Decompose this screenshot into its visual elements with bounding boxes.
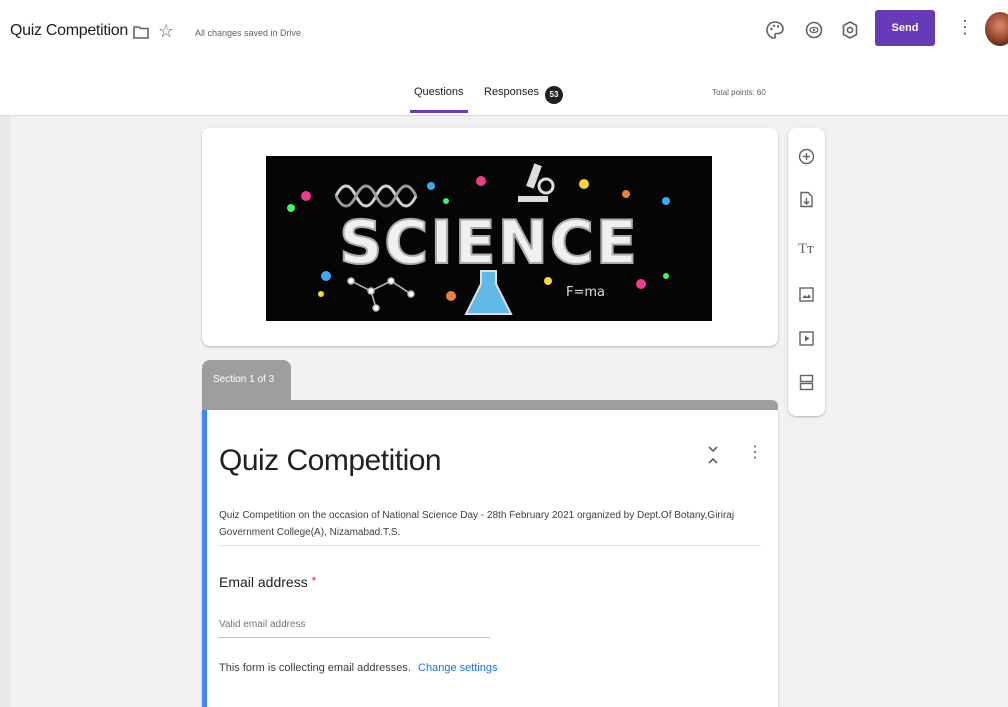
section-more-icon[interactable]: ⋮	[747, 444, 763, 462]
add-section-icon[interactable]	[798, 374, 815, 391]
tab-responses[interactable]: Responses	[484, 86, 539, 98]
form-title[interactable]: Quiz Competition	[219, 444, 442, 478]
science-banner-image[interactable]: F=ma SCIENCE	[266, 156, 712, 321]
required-asterisk: *	[311, 574, 317, 588]
import-questions-icon[interactable]	[798, 191, 815, 208]
top-bar: Quiz Competition ☆ All changes saved in …	[0, 0, 1008, 70]
section-tab: Section 1 of 3	[202, 360, 291, 402]
collect-notice-text: This form is collecting email addresses.	[219, 662, 411, 674]
add-image-icon[interactable]	[798, 286, 815, 303]
total-points: Total points: 60	[712, 88, 766, 97]
svg-text:F=ma: F=ma	[566, 285, 605, 300]
send-button[interactable]: Send	[875, 10, 935, 46]
change-settings-link[interactable]: Change settings	[418, 662, 498, 674]
document-title[interactable]: Quiz Competition	[10, 22, 128, 40]
more-vert-icon[interactable]: ⋮	[956, 18, 974, 36]
email-label: Email address *	[219, 574, 316, 590]
folder-icon[interactable]	[133, 25, 149, 39]
palette-icon[interactable]	[765, 20, 785, 40]
save-status: All changes saved in Drive	[195, 28, 302, 38]
side-toolbar: Tт	[788, 128, 825, 416]
avatar[interactable]	[985, 12, 1008, 46]
email-collection-notice: This form is collecting email addresses.…	[219, 662, 498, 674]
svg-text:Tт: Tт	[798, 241, 814, 256]
collapse-section-icon[interactable]	[706, 444, 720, 466]
responses-count-badge: 53	[545, 86, 563, 104]
add-title-icon[interactable]: Tт	[798, 239, 815, 256]
tab-questions[interactable]: Questions	[410, 86, 468, 113]
description-divider	[219, 545, 761, 546]
add-question-icon[interactable]	[798, 148, 815, 165]
banner-title: SCIENCE	[338, 207, 639, 279]
left-edge	[0, 116, 10, 707]
preview-eye-icon[interactable]	[804, 20, 824, 40]
settings-gear-icon[interactable]	[840, 20, 860, 40]
form-description[interactable]: Quiz Competition on the occasion of Nati…	[219, 507, 739, 541]
tabs-row: Questions Responses	[0, 70, 1008, 116]
star-icon[interactable]: ☆	[158, 22, 174, 40]
add-video-icon[interactable]	[798, 330, 815, 347]
email-field[interactable]	[219, 612, 490, 638]
email-label-text: Email address	[219, 574, 308, 590]
